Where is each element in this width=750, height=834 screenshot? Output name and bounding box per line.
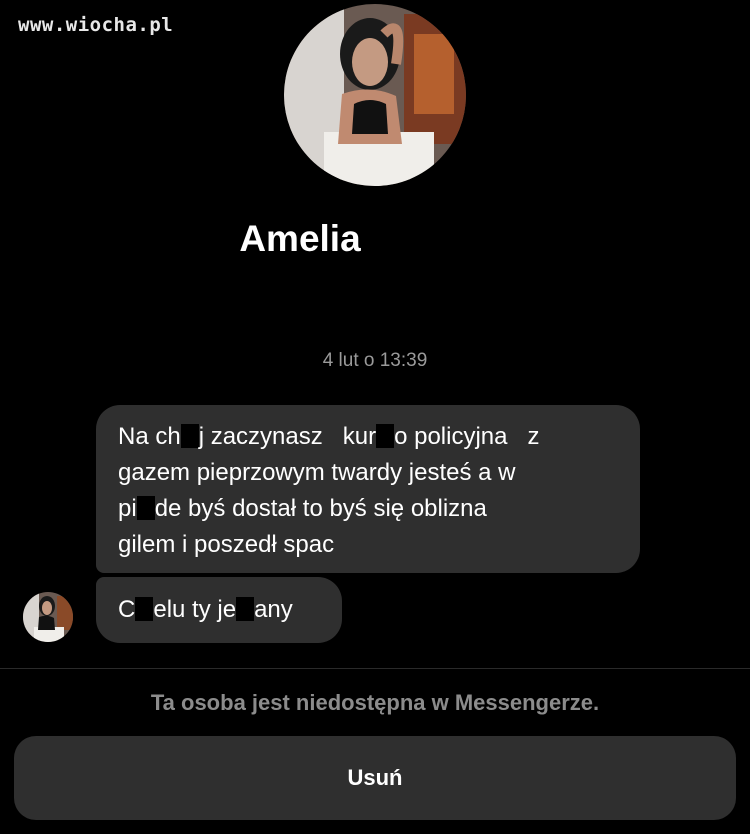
profile-avatar[interactable] [284, 4, 466, 186]
text-segment: j zaczynasz kur [198, 423, 377, 450]
delete-button[interactable]: Usuń [14, 736, 736, 820]
message-bubble[interactable]: Celu ty je any [96, 577, 342, 643]
message-line: Na ch j zaczynasz kur o policyjna z [118, 419, 616, 455]
message-line: pi de byś dostał to byś się oblizna [118, 491, 616, 527]
redaction-box [236, 597, 255, 621]
message-timestamp: 4 lut o 13:39 [322, 350, 428, 371]
sender-avatar[interactable] [23, 592, 73, 642]
message-line: gilem i poszedł spac [118, 527, 616, 563]
message-line: Celu ty je any [118, 592, 318, 628]
redaction-box [135, 597, 154, 621]
text-segment: gazem pieprzowym twardy jesteś a w [118, 459, 516, 486]
redaction-box [136, 496, 155, 520]
unavailable-notice: Ta osoba jest niedostępna w Messengerze. [150, 690, 600, 715]
text-segment: elu ty je [153, 596, 237, 623]
watermark-logo: www.wiocha.pl [18, 14, 174, 36]
divider [0, 668, 750, 669]
redaction-box [376, 424, 395, 448]
message-line: gazem pieprzowym twardy jesteś a w [118, 455, 616, 491]
redaction-box [180, 424, 199, 448]
contact-name[interactable]: Amelia [0, 218, 600, 260]
message-bubble[interactable]: Na ch j zaczynasz kur o policyjna z gazem … [96, 405, 640, 573]
text-segment: pi [118, 495, 137, 522]
text-segment: Na ch [118, 423, 181, 450]
text-segment: any [254, 596, 293, 623]
text-segment: gilem i poszedł spac [118, 531, 335, 558]
text-segment: de byś dostał to byś się oblizna [154, 495, 487, 522]
text-segment: o policyjna z [394, 423, 540, 450]
text-segment: C [118, 596, 136, 623]
